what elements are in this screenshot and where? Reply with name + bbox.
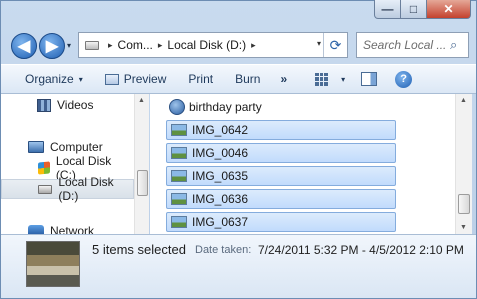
sidebar-item-label: Computer	[50, 140, 103, 154]
sidebar-item-videos[interactable]: Videos	[37, 95, 93, 115]
burn-button[interactable]: Burn	[229, 67, 266, 91]
view-grid-icon	[315, 72, 329, 86]
breadcrumb-local-disk-d[interactable]: Local Disk (D:)	[167, 38, 246, 52]
list-item[interactable]: IMG_0635	[166, 166, 396, 186]
drive-icon	[85, 40, 99, 50]
preview-pane-toggle[interactable]	[361, 72, 378, 86]
media-icon	[169, 99, 185, 115]
breadcrumb-separator[interactable]: ▸	[158, 40, 163, 51]
list-item[interactable]: IMG_0046	[166, 143, 396, 163]
photo-icon	[171, 170, 187, 182]
selection-count: 5 items selected	[92, 242, 186, 257]
file-name: IMG_0637	[192, 215, 249, 229]
network-icon	[28, 225, 44, 234]
organize-label: Organize	[25, 72, 74, 86]
details-pane: 5 items selected Date taken: 7/24/2011 5…	[1, 234, 476, 298]
scroll-up-arrow-icon[interactable]: ▲	[460, 97, 467, 104]
close-button[interactable]: ✕	[427, 0, 471, 19]
recent-pages-dropdown[interactable]: ▾	[67, 41, 71, 50]
computer-icon	[28, 141, 44, 153]
sidebar-item-network[interactable]: Network	[28, 221, 94, 234]
scrollbar-thumb[interactable]	[458, 194, 470, 214]
preview-button[interactable]: Preview	[99, 67, 173, 91]
selection-thumbnail	[23, 238, 80, 287]
sidebar-item-label: Local Disk (D:)	[58, 175, 114, 203]
photo-icon	[171, 216, 187, 228]
file-name: IMG_0642	[192, 123, 249, 137]
sidebar-item-local-disk-d[interactable]: Local Disk (D:)	[1, 175, 134, 203]
sidebar-item-label: Videos	[57, 98, 94, 112]
drive-icon	[38, 184, 53, 194]
video-icon	[37, 98, 51, 112]
scrollbar-thumb[interactable]	[137, 170, 148, 196]
more-commands-button[interactable]: »	[274, 67, 293, 91]
sidebar-item-label: Network	[50, 224, 95, 234]
command-bar: Organize ▾ Preview Print Burn » ▾ ?	[1, 64, 476, 94]
file-name: IMG_0636	[192, 192, 249, 206]
list-item[interactable]: IMG_0637	[166, 212, 396, 232]
navigation-pane: Videos Computer Local Disk (C:) Local Di…	[1, 94, 134, 234]
minimize-button[interactable]: —	[374, 0, 401, 19]
search-input[interactable]: Search Local ...	[363, 38, 450, 52]
file-list-scrollbar[interactable]: ▲ ▼	[455, 94, 472, 234]
breadcrumb-separator[interactable]: ▸	[108, 40, 113, 51]
photo-icon	[171, 124, 187, 136]
photo-icon	[171, 193, 187, 205]
search-box[interactable]: Search Local ... ⌕	[356, 32, 469, 58]
search-icon[interactable]: ⌕	[450, 37, 468, 53]
file-name: birthday party	[189, 100, 262, 114]
breadcrumb-separator[interactable]: ▸	[251, 40, 256, 51]
chevron-down-icon: ▾	[341, 74, 346, 84]
file-name: IMG_0046	[192, 146, 249, 160]
back-button[interactable]: ◀	[11, 33, 37, 59]
preview-icon	[104, 73, 119, 85]
scroll-down-arrow-icon[interactable]: ▼	[460, 224, 467, 231]
list-item[interactable]: IMG_0636	[166, 189, 396, 209]
refresh-button[interactable]: ⟳	[323, 33, 347, 57]
breadcrumb-computer[interactable]: Com...	[118, 38, 153, 52]
scroll-up-arrow-icon[interactable]: ▲	[138, 97, 145, 104]
preview-label: Preview	[123, 72, 167, 86]
windows-drive-icon	[38, 161, 50, 175]
address-history-dropdown[interactable]: ▾	[317, 39, 321, 48]
date-taken-label: Date taken:	[195, 244, 252, 256]
chevron-down-icon: ▾	[78, 74, 83, 84]
print-button[interactable]: Print	[182, 67, 219, 91]
help-icon[interactable]: ?	[395, 70, 413, 88]
organize-button[interactable]: Organize ▾	[19, 67, 89, 91]
file-list: birthday party IMG_0642 IMG_0046 IMG_063…	[150, 94, 455, 234]
navigation-pane-scrollbar[interactable]: ▲	[134, 94, 149, 234]
window-controls: — □ ✕	[374, 0, 471, 19]
list-item[interactable]: IMG_0642	[166, 120, 396, 140]
date-taken-value[interactable]: 7/24/2011 5:32 PM - 4/5/2012 2:10 PM	[258, 243, 464, 257]
navigation-bar: ◀ ▶ ▾ ▸ Com... ▸ Local Disk (D:) ▸ ▾ ⟳ S…	[0, 26, 477, 62]
forward-button[interactable]: ▶	[39, 33, 65, 59]
photo-icon	[171, 147, 187, 159]
address-bar[interactable]: ▸ Com... ▸ Local Disk (D:) ▸ ▾ ⟳	[78, 32, 348, 58]
maximize-button[interactable]: □	[401, 0, 427, 19]
change-view-button[interactable]: ▾	[309, 67, 351, 91]
list-item[interactable]: birthday party	[166, 97, 396, 117]
file-name: IMG_0635	[192, 169, 249, 183]
